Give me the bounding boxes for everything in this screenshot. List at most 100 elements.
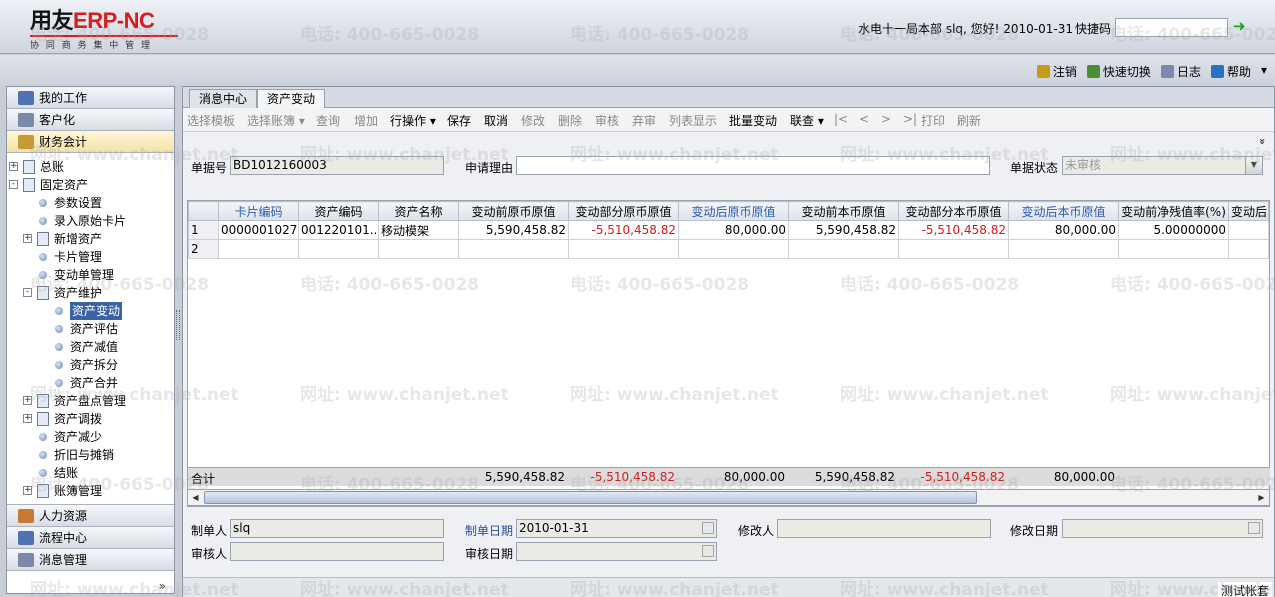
audit-date-field[interactable] bbox=[516, 542, 717, 561]
reason-field[interactable] bbox=[516, 156, 990, 175]
sidebar-section-0-sidebar-sections_bottom[interactable]: 人力资源 bbox=[7, 505, 174, 527]
table-cell[interactable] bbox=[1228, 239, 1269, 259]
column-header[interactable] bbox=[188, 201, 219, 221]
table-cell[interactable]: 0000001027 bbox=[218, 220, 299, 240]
tree-item-4[interactable]: 新增资产 bbox=[54, 230, 102, 248]
action-button-16[interactable]: > bbox=[881, 112, 891, 126]
expand-icon[interactable]: + bbox=[23, 414, 32, 423]
column-header[interactable]: 变动前净残值率(%) bbox=[1118, 201, 1229, 221]
tree-item-18[interactable]: 账簿管理 bbox=[54, 482, 102, 500]
table-cell[interactable]: 80,000.00 bbox=[678, 220, 789, 240]
tree-item-9[interactable]: 资产评估 bbox=[70, 320, 118, 338]
tree-item-3[interactable]: 录入原始卡片 bbox=[54, 212, 126, 230]
column-header[interactable]: 变动部分本币原值 bbox=[898, 201, 1009, 221]
sidebar-section-2-sidebar-sections_bottom[interactable]: 消息管理 bbox=[7, 549, 174, 571]
action-button-9[interactable]: 审核 bbox=[595, 112, 619, 129]
expand-icon[interactable]: + bbox=[23, 486, 32, 495]
table-cell[interactable]: 5,590,458.82 bbox=[788, 220, 899, 240]
tree-item-15[interactable]: 资产减少 bbox=[54, 428, 102, 446]
modify-date-field[interactable] bbox=[1062, 519, 1263, 538]
expand-icon[interactable]: + bbox=[23, 396, 32, 405]
scroll-left-icon[interactable]: ◀ bbox=[189, 491, 202, 504]
column-header[interactable]: 变动部分原币原值 bbox=[568, 201, 679, 221]
tree-item-17[interactable]: 结账 bbox=[54, 464, 78, 482]
action-button-0[interactable]: 选择模板 bbox=[187, 112, 235, 129]
action-button-17[interactable]: >| bbox=[903, 112, 917, 126]
action-button-5[interactable]: 保存 bbox=[447, 112, 471, 129]
action-button-19[interactable]: 刷新 bbox=[957, 112, 981, 129]
calendar-icon[interactable] bbox=[1248, 522, 1260, 534]
table-cell[interactable] bbox=[298, 239, 379, 259]
column-header[interactable]: 变动前原币原值 bbox=[458, 201, 569, 221]
action-button-2[interactable]: 查询 bbox=[316, 112, 340, 129]
modifier-field[interactable] bbox=[777, 519, 991, 538]
auditor-field[interactable] bbox=[230, 542, 444, 561]
column-header[interactable]: 变动后 bbox=[1228, 201, 1269, 221]
expand-icon[interactable]: + bbox=[23, 234, 32, 243]
table-cell[interactable] bbox=[1118, 239, 1229, 259]
toplink-2[interactable]: 日志 bbox=[1160, 63, 1201, 80]
table-cell[interactable] bbox=[898, 239, 1009, 259]
chevron-down-icon[interactable]: ▾ bbox=[1261, 63, 1267, 80]
tab-asset-change[interactable]: 资产变动 bbox=[257, 89, 326, 109]
table-cell[interactable] bbox=[788, 239, 899, 259]
toplink-0[interactable]: 注销 bbox=[1036, 63, 1077, 80]
sidebar-splitter[interactable] bbox=[176, 310, 180, 340]
toplink-1[interactable]: 快速切换 bbox=[1086, 63, 1151, 80]
column-header[interactable]: 资产名称 bbox=[378, 201, 459, 221]
tree-item-8[interactable]: 资产变动 bbox=[70, 302, 123, 320]
tree-item-11[interactable]: 资产拆分 bbox=[70, 356, 118, 374]
action-button-11[interactable]: 列表显示 bbox=[669, 112, 717, 129]
collapse-icon[interactable]: » bbox=[1256, 138, 1269, 145]
action-button-12[interactable]: 批量变动 bbox=[729, 112, 777, 129]
action-button-10[interactable]: 弃审 bbox=[632, 112, 656, 129]
table-row[interactable]: 2 bbox=[188, 239, 1269, 259]
collapse-tree-icon[interactable]: - bbox=[23, 288, 32, 297]
column-header[interactable]: 变动前本币原值 bbox=[788, 201, 899, 221]
go-arrow-icon[interactable]: ➜ bbox=[1233, 19, 1247, 34]
sidebar-section-1-sidebar-sections_top[interactable]: 客户化 bbox=[7, 109, 174, 131]
sidebar-section-2-sidebar-sections_top[interactable]: 财务会计 bbox=[7, 131, 174, 153]
table-cell[interactable]: 5.00000000 bbox=[1118, 220, 1229, 240]
action-button-8[interactable]: 删除 bbox=[558, 112, 582, 129]
scroll-thumb[interactable] bbox=[204, 491, 977, 504]
table-cell[interactable]: 2 bbox=[188, 239, 219, 259]
action-button-14[interactable]: |< bbox=[834, 112, 848, 126]
calendar-icon[interactable] bbox=[702, 545, 714, 557]
tree-item-16[interactable]: 折旧与摊销 bbox=[54, 446, 114, 464]
tree-item-7[interactable]: 资产维护 bbox=[54, 284, 102, 302]
collapse-tree-icon[interactable]: - bbox=[9, 180, 18, 189]
sidebar-more-icon[interactable]: » bbox=[159, 579, 166, 593]
action-button-13[interactable]: 联查 ▾ bbox=[790, 112, 824, 129]
table-cell[interactable]: 5,590,458.82 bbox=[458, 220, 569, 240]
table-cell[interactable] bbox=[458, 239, 569, 259]
chevron-down-icon[interactable]: ▼ bbox=[1245, 157, 1262, 174]
tree-item-2[interactable]: 参数设置 bbox=[54, 194, 102, 212]
action-button-7[interactable]: 修改 bbox=[521, 112, 545, 129]
table-row[interactable]: 1 0000001027 001220101... 移动模架 5,590,458.82-… bbox=[188, 220, 1269, 240]
action-button-15[interactable]: < bbox=[859, 112, 869, 126]
horizontal-scrollbar[interactable]: ◀ ▶ bbox=[187, 489, 1270, 506]
column-header[interactable]: 卡片编码 bbox=[218, 201, 299, 221]
tree-item-1[interactable]: 固定资产 bbox=[40, 176, 88, 194]
quick-code-input[interactable] bbox=[1115, 18, 1228, 37]
action-button-6[interactable]: 取消 bbox=[484, 112, 508, 129]
sidebar-section-0-sidebar-sections_top[interactable]: 我的工作 bbox=[7, 87, 174, 109]
expand-icon[interactable]: + bbox=[9, 162, 18, 171]
make-date-field[interactable]: 2010-01-31 bbox=[516, 519, 717, 538]
table-cell[interactable] bbox=[568, 239, 679, 259]
calendar-icon[interactable] bbox=[702, 522, 714, 534]
toplink-3[interactable]: 帮助 bbox=[1210, 63, 1251, 80]
table-cell[interactable] bbox=[678, 239, 789, 259]
scroll-right-icon[interactable]: ▶ bbox=[1255, 491, 1268, 504]
action-button-18[interactable]: 打印 bbox=[921, 112, 945, 129]
tree-item-13[interactable]: 资产盘点管理 bbox=[54, 392, 126, 410]
column-header[interactable]: 资产编码 bbox=[298, 201, 379, 221]
column-header[interactable]: 变动后本币原值 bbox=[1008, 201, 1119, 221]
tree-item-5[interactable]: 卡片管理 bbox=[54, 248, 102, 266]
action-button-3[interactable]: 增加 bbox=[354, 112, 378, 129]
action-button-1[interactable]: 选择账簿 ▾ bbox=[247, 112, 305, 129]
tree-item-14[interactable]: 资产调拨 bbox=[54, 410, 102, 428]
table-cell[interactable] bbox=[1228, 220, 1269, 240]
tree-item-0[interactable]: 总账 bbox=[40, 158, 64, 176]
